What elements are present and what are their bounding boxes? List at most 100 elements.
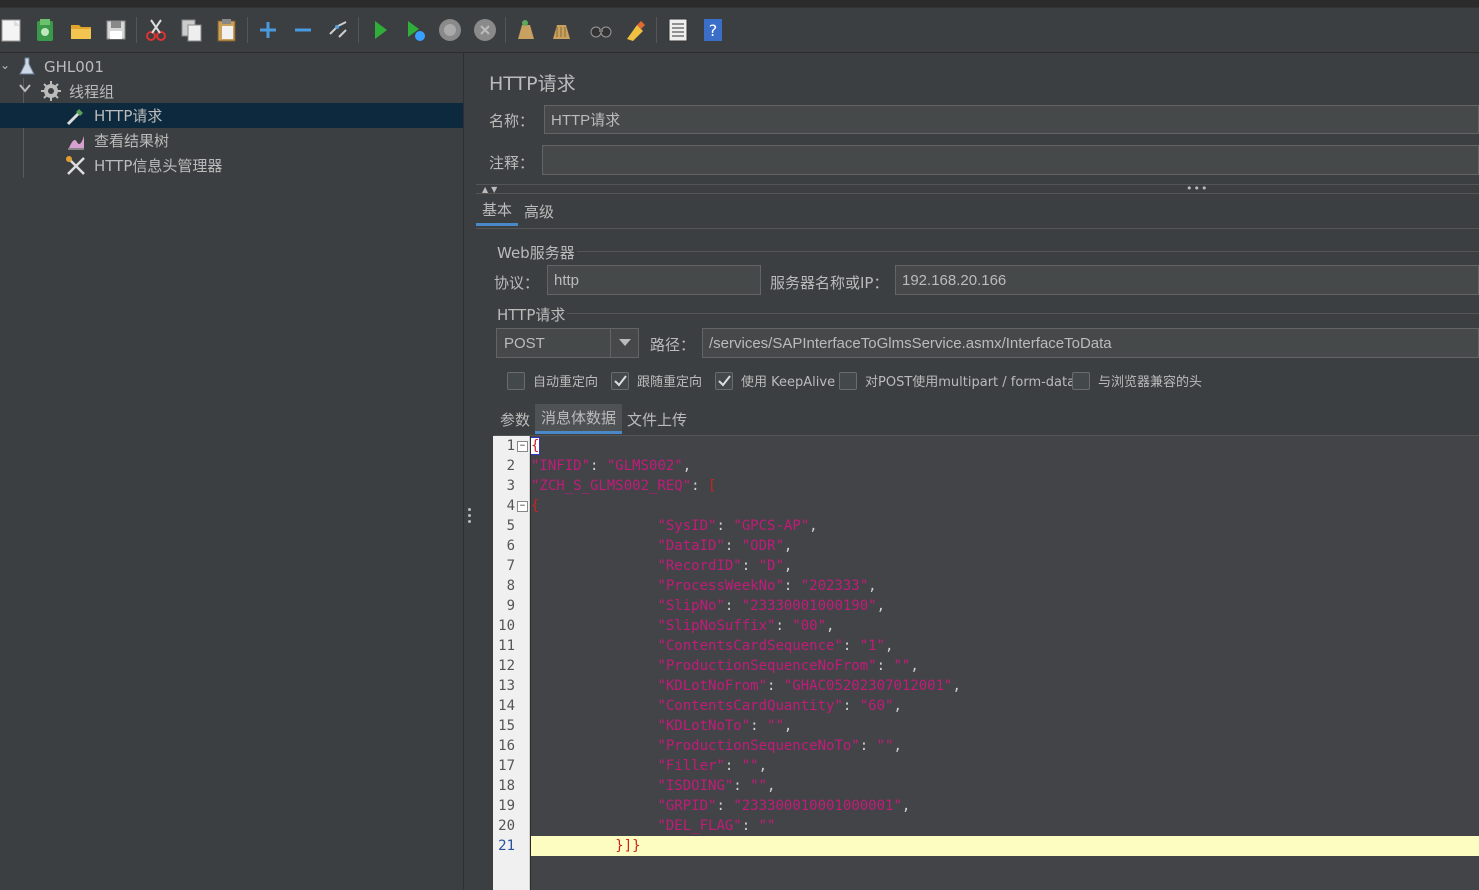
search-icon[interactable]	[586, 15, 616, 45]
tab-basic[interactable]: 基本	[476, 196, 519, 226]
protocol-label: 协议：	[494, 274, 540, 292]
split-pane-divider[interactable]	[463, 53, 476, 890]
protocol-field[interactable]: http	[547, 265, 761, 295]
code-line-current: }]}	[531, 836, 1479, 856]
line-number-gutter: 1 2 3 4 5 6 7 8 9 10 11 12 13 14 15 16 17 18 19 20 21− −	[493, 436, 530, 890]
stop-icon[interactable]	[435, 15, 465, 45]
line-number: 10	[498, 618, 515, 634]
follow-redirect-checkbox[interactable]: 跟随重定向	[611, 371, 702, 390]
chevron-down-icon[interactable]	[18, 81, 32, 99]
code-line: "SlipNo": "23330001000190",	[657, 598, 886, 614]
copy-icon[interactable]	[177, 15, 207, 45]
function-helper-icon[interactable]	[663, 15, 693, 45]
code-line: {	[531, 437, 541, 455]
save-icon[interactable]	[101, 15, 131, 45]
expand-icon[interactable]	[253, 15, 283, 45]
tree-item-results-tree[interactable]: 查看结果树	[0, 128, 463, 153]
clear-all-icon[interactable]	[546, 15, 576, 45]
tree-item-header-manager[interactable]: HTTP信息头管理器	[0, 153, 463, 178]
menu-bar	[0, 0, 1479, 12]
line-number: 2	[506, 458, 515, 474]
toolbar: ?	[0, 8, 1479, 53]
tab-body-data[interactable]: 消息体数据	[535, 404, 623, 434]
code-line: "DataID": "ODR",	[657, 538, 793, 554]
code-line: "ProcessWeekNo": "202333",	[657, 578, 877, 594]
http-request-panel: HTTP请求 名称： HTTP请求 注释： ▲▼ ••• 基本 高级 Web服务…	[476, 53, 1479, 890]
code-line: "ProductionSequenceNoTo": "",	[657, 738, 902, 754]
new-icon[interactable]	[0, 15, 26, 45]
toggle-icon[interactable]	[323, 15, 353, 45]
tools-icon	[65, 155, 87, 181]
line-number: 8	[506, 578, 515, 594]
tree-item-test-plan[interactable]: ⌄ GHL001	[0, 54, 463, 79]
code-line: "ZCH_S_GLMS002_REQ": [	[531, 478, 717, 494]
checkbox-label: 自动重定向	[533, 375, 599, 390]
checkbox-label: 使用 KeepAlive	[741, 375, 836, 390]
start-icon[interactable]	[365, 15, 395, 45]
checkbox-label: 对POST使用multipart / form-data	[865, 375, 1076, 390]
code-line: "GRPID": "233300010001000001",	[657, 798, 911, 814]
code-line: "SysID": "GPCS-AP",	[657, 518, 818, 534]
paste-icon[interactable]	[212, 15, 242, 45]
auto-redirect-checkbox[interactable]: 自动重定向	[507, 371, 598, 390]
grip-icon[interactable]: •••	[1186, 182, 1208, 195]
line-number: 5	[506, 518, 515, 534]
server-field[interactable]: 192.168.20.166	[895, 265, 1479, 295]
shutdown-icon[interactable]	[470, 15, 500, 45]
tab-advanced[interactable]: 高级	[518, 196, 560, 226]
checkmark-icon[interactable]	[715, 371, 733, 390]
fold-toggle-icon[interactable]: −	[517, 441, 528, 452]
code-line: "ContentsCardSequence": "1",	[657, 638, 894, 654]
panel-title: HTTP请求	[489, 73, 576, 95]
clear-icon[interactable]	[510, 15, 540, 45]
line-number: 20	[498, 818, 515, 834]
collapse-arrows-icon[interactable]: ▲▼	[482, 185, 500, 194]
checkmark-icon[interactable]	[611, 371, 629, 390]
server-label: 服务器名称或IP：	[770, 274, 889, 292]
collapse-bar[interactable]: ▲▼ •••	[476, 182, 1479, 195]
chevron-down-icon[interactable]: ⌄	[0, 58, 10, 72]
line-number: 18	[498, 778, 515, 794]
path-label: 路径：	[650, 336, 696, 354]
browser-headers-checkbox[interactable]: 与浏览器兼容的头	[1072, 371, 1202, 390]
tree-label-results-tree: 查看结果树	[94, 132, 170, 150]
path-field[interactable]: /services/SAPInterfaceToGlmsService.asmx…	[702, 328, 1479, 358]
line-number: 7	[506, 558, 515, 574]
method-select[interactable]: POST	[496, 328, 639, 358]
reset-search-icon[interactable]	[621, 15, 651, 45]
code-line: "KDLotNoTo": "",	[657, 718, 793, 734]
templates-icon[interactable]	[30, 15, 60, 45]
fold-toggle-icon[interactable]: −	[517, 501, 528, 512]
line-number: 17	[498, 758, 515, 774]
tree-item-http-request[interactable]: HTTP请求	[0, 103, 463, 128]
collapse-icon[interactable]	[288, 15, 318, 45]
help-icon[interactable]: ?	[698, 15, 728, 45]
line-number: 1	[506, 438, 515, 454]
code-line: "INFID": "GLMS002",	[531, 458, 692, 474]
tree-item-thread-group[interactable]: 线程组	[0, 79, 463, 104]
tab-params[interactable]: 参数	[494, 404, 536, 434]
svg-text:?: ?	[709, 21, 718, 40]
start-no-pauses-icon[interactable]	[400, 15, 430, 45]
name-label: 名称：	[489, 112, 535, 130]
code-line: "RecordID": "D",	[657, 558, 793, 574]
comment-label: 注释：	[489, 154, 535, 172]
body-data-editor[interactable]: 1 2 3 4 5 6 7 8 9 10 11 12 13 14 15 16 17 18 19 20 21− − { "I…	[493, 436, 1479, 890]
line-number: 16	[498, 738, 515, 754]
checkbox-box[interactable]	[507, 371, 525, 390]
flask-icon	[17, 56, 37, 80]
line-number: 19	[498, 798, 515, 814]
name-field[interactable]: HTTP请求	[544, 105, 1479, 134]
checkbox-box[interactable]	[1072, 371, 1090, 390]
keepalive-checkbox[interactable]: 使用 KeepAlive	[715, 371, 835, 390]
code-line: "DEL_FLAG": ""	[657, 818, 776, 834]
multipart-checkbox[interactable]: 对POST使用multipart / form-data	[839, 371, 1075, 390]
code-area[interactable]: { "INFID": "GLMS002", "ZCH_S_GLMS002_REQ…	[531, 436, 1479, 890]
tab-file-upload[interactable]: 文件上传	[621, 404, 693, 434]
code-line: "ContentsCardQuantity": "60",	[657, 698, 902, 714]
chevron-down-icon[interactable]	[610, 329, 638, 357]
cut-icon[interactable]	[141, 15, 171, 45]
checkbox-box[interactable]	[839, 371, 857, 390]
open-icon[interactable]	[66, 15, 96, 45]
comment-field[interactable]	[542, 145, 1479, 175]
